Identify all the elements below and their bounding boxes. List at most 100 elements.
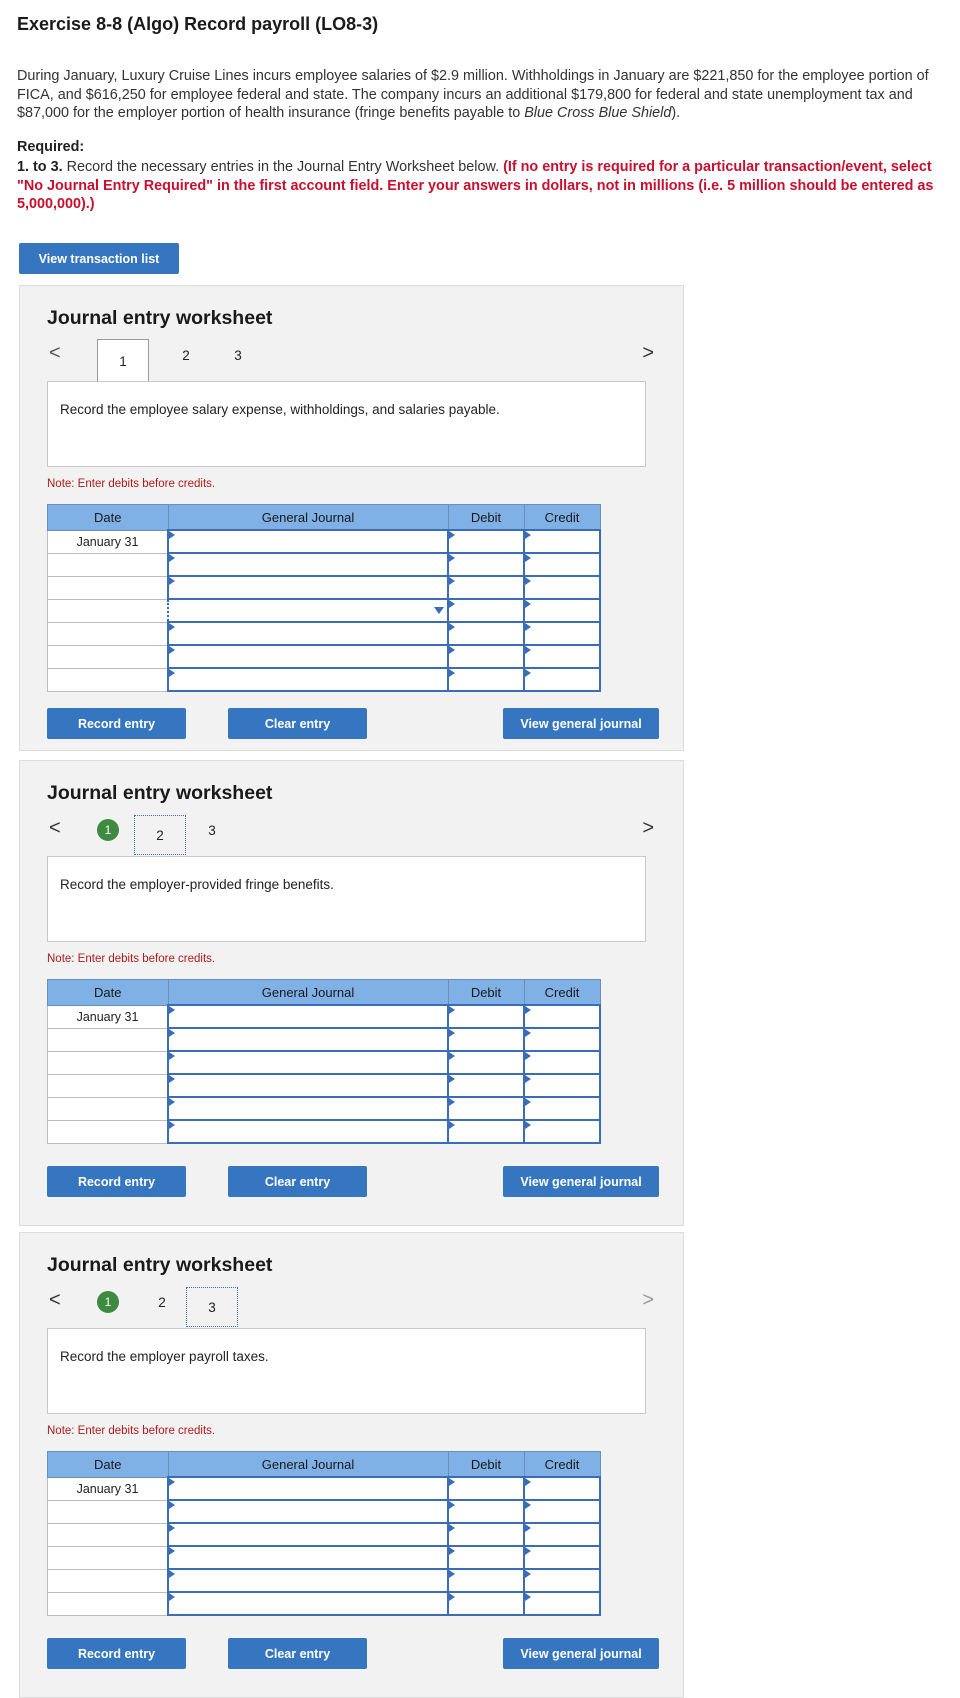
credit-field[interactable] bbox=[523, 1050, 601, 1075]
account-field[interactable] bbox=[167, 1050, 449, 1075]
credit-field[interactable] bbox=[523, 621, 601, 646]
credit-field[interactable] bbox=[523, 644, 601, 669]
credit-field[interactable] bbox=[523, 552, 601, 577]
date-cell[interactable] bbox=[47, 1591, 169, 1616]
date-cell[interactable] bbox=[47, 1119, 169, 1144]
date-cell[interactable] bbox=[47, 575, 169, 600]
debit-field[interactable] bbox=[447, 1073, 525, 1098]
tab-2[interactable]: 2 bbox=[168, 343, 204, 367]
debit-field[interactable] bbox=[447, 621, 525, 646]
view-general-journal-button[interactable]: View general journal bbox=[503, 1638, 659, 1669]
account-field[interactable] bbox=[167, 1027, 449, 1052]
record-entry-button[interactable]: Record entry bbox=[47, 708, 186, 739]
date-cell[interactable] bbox=[47, 1545, 169, 1570]
chevron-left-icon[interactable]: < bbox=[49, 817, 61, 839]
view-transaction-list-button[interactable]: View transaction list bbox=[19, 243, 179, 274]
credit-field[interactable] bbox=[523, 1119, 601, 1144]
date-cell[interactable] bbox=[47, 1499, 169, 1524]
account-field[interactable] bbox=[167, 1568, 449, 1593]
account-field[interactable] bbox=[167, 1004, 449, 1029]
credit-field[interactable] bbox=[523, 1096, 601, 1121]
credit-field[interactable] bbox=[523, 529, 601, 554]
credit-field[interactable] bbox=[523, 1476, 601, 1501]
credit-field[interactable] bbox=[523, 667, 601, 692]
date-cell[interactable] bbox=[47, 1073, 169, 1098]
debit-field[interactable] bbox=[447, 1004, 525, 1029]
debit-field[interactable] bbox=[447, 529, 525, 554]
credit-field[interactable] bbox=[523, 1499, 601, 1524]
date-cell[interactable] bbox=[47, 644, 169, 669]
debit-field[interactable] bbox=[447, 552, 525, 577]
account-field[interactable] bbox=[167, 529, 449, 554]
credit-field[interactable] bbox=[523, 598, 601, 623]
debit-field[interactable] bbox=[447, 1591, 525, 1616]
clear-entry-button[interactable]: Clear entry bbox=[228, 1638, 367, 1669]
credit-field[interactable] bbox=[523, 1004, 601, 1029]
account-field[interactable] bbox=[167, 1591, 449, 1616]
date-cell[interactable] bbox=[47, 1027, 169, 1052]
date-cell[interactable] bbox=[47, 1522, 169, 1547]
debit-field[interactable] bbox=[447, 1119, 525, 1144]
account-field[interactable] bbox=[167, 1119, 449, 1144]
debit-field[interactable] bbox=[447, 598, 525, 623]
account-field[interactable] bbox=[167, 552, 449, 577]
account-field[interactable] bbox=[167, 644, 449, 669]
credit-field[interactable] bbox=[523, 1073, 601, 1098]
view-general-journal-button[interactable]: View general journal bbox=[503, 708, 659, 739]
credit-field[interactable] bbox=[523, 1545, 601, 1570]
debit-field[interactable] bbox=[447, 575, 525, 600]
record-entry-button[interactable]: Record entry bbox=[47, 1166, 186, 1197]
credit-field[interactable] bbox=[523, 1591, 601, 1616]
tab-3[interactable]: 3 bbox=[194, 818, 230, 842]
clear-entry-button[interactable]: Clear entry bbox=[228, 1166, 367, 1197]
date-cell[interactable]: January 31 bbox=[47, 529, 169, 554]
account-field[interactable] bbox=[167, 575, 449, 600]
date-cell[interactable] bbox=[47, 1096, 169, 1121]
view-general-journal-button[interactable]: View general journal bbox=[503, 1166, 659, 1197]
tab-1[interactable]: 1 bbox=[90, 818, 126, 842]
date-cell[interactable] bbox=[47, 1050, 169, 1075]
date-cell[interactable] bbox=[47, 598, 169, 623]
debit-field[interactable] bbox=[447, 1522, 525, 1547]
chevron-right-icon[interactable]: > bbox=[642, 817, 654, 839]
tab-2[interactable]: 2 bbox=[134, 815, 186, 855]
account-field[interactable] bbox=[167, 1476, 449, 1501]
debit-field[interactable] bbox=[447, 1568, 525, 1593]
chevron-left-icon[interactable]: < bbox=[49, 342, 61, 364]
date-cell[interactable] bbox=[47, 552, 169, 577]
clear-entry-button[interactable]: Clear entry bbox=[228, 708, 367, 739]
date-cell[interactable]: January 31 bbox=[47, 1476, 169, 1501]
chevron-right-icon[interactable]: > bbox=[642, 342, 654, 364]
debit-field[interactable] bbox=[447, 644, 525, 669]
tab-3[interactable]: 3 bbox=[220, 343, 256, 367]
debit-field[interactable] bbox=[447, 1545, 525, 1570]
date-cell[interactable] bbox=[47, 1568, 169, 1593]
account-field[interactable] bbox=[167, 667, 449, 692]
tab-1[interactable]: 1 bbox=[97, 339, 149, 382]
date-cell[interactable] bbox=[47, 667, 169, 692]
account-field-focused[interactable] bbox=[167, 598, 449, 623]
tab-1[interactable]: 1 bbox=[90, 1290, 126, 1314]
credit-field[interactable] bbox=[523, 1522, 601, 1547]
account-field[interactable] bbox=[167, 1499, 449, 1524]
debit-field[interactable] bbox=[447, 1050, 525, 1075]
account-field[interactable] bbox=[167, 1522, 449, 1547]
account-field[interactable] bbox=[167, 1096, 449, 1121]
date-cell[interactable] bbox=[47, 621, 169, 646]
tab-2[interactable]: 2 bbox=[144, 1290, 180, 1314]
date-cell[interactable]: January 31 bbox=[47, 1004, 169, 1029]
tab-3[interactable]: 3 bbox=[186, 1287, 238, 1327]
chevron-down-icon[interactable] bbox=[433, 604, 445, 616]
account-field[interactable] bbox=[167, 621, 449, 646]
debit-field[interactable] bbox=[447, 1476, 525, 1501]
credit-field[interactable] bbox=[523, 575, 601, 600]
credit-field[interactable] bbox=[523, 1027, 601, 1052]
chevron-right-icon[interactable]: > bbox=[642, 1289, 654, 1311]
chevron-left-icon[interactable]: < bbox=[49, 1289, 61, 1311]
debit-field[interactable] bbox=[447, 1096, 525, 1121]
record-entry-button[interactable]: Record entry bbox=[47, 1638, 186, 1669]
debit-field[interactable] bbox=[447, 1027, 525, 1052]
debit-field[interactable] bbox=[447, 667, 525, 692]
account-field[interactable] bbox=[167, 1545, 449, 1570]
debit-field[interactable] bbox=[447, 1499, 525, 1524]
